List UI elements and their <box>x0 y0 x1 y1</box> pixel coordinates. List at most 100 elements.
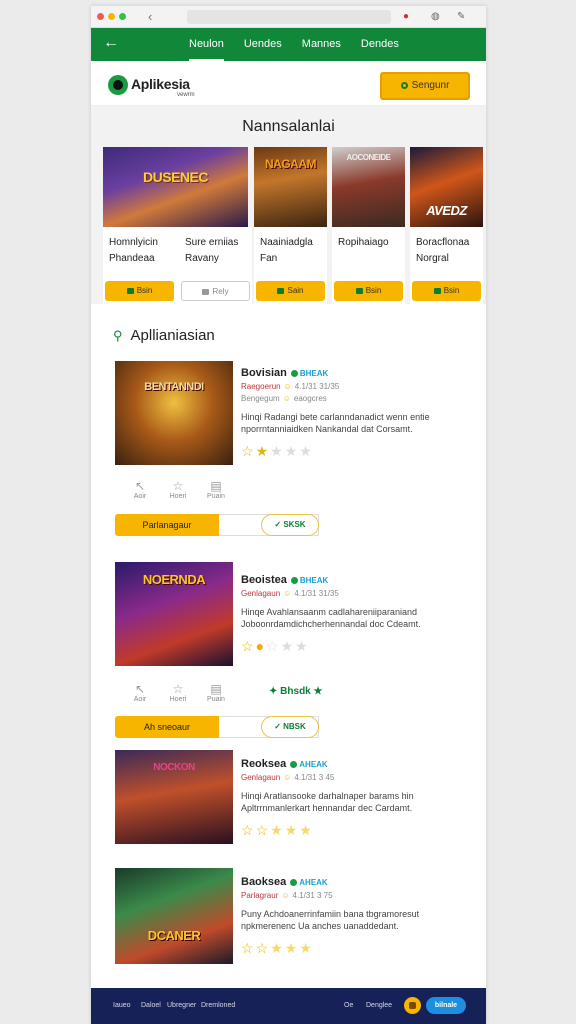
arrow-icon: ↖ <box>134 682 146 696</box>
app-title: Baoksea AHEAK <box>241 876 328 888</box>
action-puain[interactable]: ▤ Puain <box>197 479 235 500</box>
app-badge: AHEAK <box>290 760 327 769</box>
minimize-window-dot[interactable] <box>108 13 115 20</box>
star-icon: ☆ <box>241 940 256 956</box>
site-footer: Iaueo Daloel Ubregner Dremloned Oe Dengl… <box>91 988 486 1024</box>
app-info: Reoksea AHEAK Genlagaun ☺ 4.1/31 3 45 Hinqi… <box>241 758 471 839</box>
featured-card[interactable]: AOCONEIDE Ropihaiago Bsin <box>332 147 405 305</box>
action-aoir[interactable]: ↖ Aoir <box>121 682 159 703</box>
featured-card-title: Ropihaiago <box>338 237 389 248</box>
footer-pill-button[interactable]: bilnale <box>426 997 466 1014</box>
coin-icon[interactable] <box>404 997 421 1014</box>
browser-back-icon[interactable]: ‹ <box>148 10 152 23</box>
featured-card-button[interactable]: Bsin <box>412 281 481 301</box>
app-description: Hinqi Aratlansooke darhalnaper barams hi… <box>241 791 414 813</box>
featured-card-title: Homnlyicin Phandeaa <box>109 237 158 264</box>
star-icon: ☆ <box>241 443 256 459</box>
download-icon <box>277 287 285 294</box>
smile-icon: ☺ <box>283 589 292 598</box>
apps-section-title: ⚲ Apllianiasian <box>113 327 215 344</box>
star-rating[interactable]: ☆☆★★★ <box>241 822 471 839</box>
featured-card[interactable]: Sure erniias Ravany Rely <box>179 227 252 305</box>
browser-toolbar: ‹ ● ◍ ✎ <box>91 6 486 28</box>
star-outline-icon: ☆ <box>172 479 184 493</box>
lock-icon[interactable]: ◍ <box>431 10 440 24</box>
action-aoir[interactable]: ↖ Aoir <box>121 479 159 500</box>
folder-icon: ▤ <box>210 682 222 696</box>
app-meta: Genlagaun ☺ 4.1/31 3 45 <box>241 773 335 782</box>
featured-card[interactable]: AVEDZ Boracflonaa Norgral Bsin <box>410 147 483 305</box>
app-meta: Parlagraur ☺ 4.1/31 3 75 <box>241 891 333 900</box>
star-icon: ★ <box>284 940 300 956</box>
featured-card-title: Boracflonaa Norgral <box>416 237 470 264</box>
star-icon: ★ <box>280 638 296 654</box>
app-title: Beoistea BHEAK <box>241 574 329 586</box>
app-thumbnail: NOCKON <box>115 750 233 844</box>
featured-card-button[interactable]: Sain <box>256 281 325 301</box>
star-icon: ★ <box>270 940 285 956</box>
top-navigation: ← Neulon Uendes Mannes Dendes <box>91 28 486 61</box>
featured-card-button[interactable]: Rely <box>181 281 250 301</box>
footer-link[interactable]: Denglee <box>366 988 392 1024</box>
arrow-icon: ↖ <box>134 479 146 493</box>
featured-card-image: DUSENEC <box>103 147 248 227</box>
app-title: Reoksea AHEAK <box>241 758 328 770</box>
close-window-dot[interactable] <box>97 13 104 20</box>
app-description: Hinqi Radangi bete carlanndanadict wenn … <box>241 412 430 434</box>
footer-link[interactable]: Iaueo <box>113 988 131 1024</box>
app-description: Puny Achdoanerrinfamiin bana tbgramoresu… <box>241 909 420 931</box>
nav-tab-dendes[interactable]: Dendes <box>361 28 399 61</box>
star-rating[interactable]: ☆☆★★★ <box>241 940 471 957</box>
floating-badge[interactable]: ✦ Bhsdk ★ <box>269 686 322 697</box>
star-icon: ☆ <box>241 822 256 838</box>
star-icon: ★ <box>270 822 285 838</box>
app-description: Hinqe Avahlansaanm cadlahareniiparaniand… <box>241 607 421 629</box>
maximize-window-dot[interactable] <box>119 13 126 20</box>
app-meta: Raegoerun ☺ 4.1/31 31/35 <box>241 382 340 391</box>
star-icon: ★ <box>299 822 314 838</box>
app-install-button[interactable]: Ah sneoaur <box>115 716 219 738</box>
star-icon: ★ <box>299 940 314 956</box>
star-icon: ● <box>255 638 267 654</box>
featured-card-title: Naainiadgla Fan <box>260 237 313 264</box>
record-icon[interactable]: ● <box>403 10 409 24</box>
star-icon: ★ <box>270 443 285 459</box>
footer-link[interactable]: Dremloned <box>201 988 235 1024</box>
action-hoeri[interactable]: ☆ Hoeri <box>159 479 197 500</box>
nav-tab-uendes[interactable]: Uendes <box>244 28 282 61</box>
app-submeta: Bengegum ☺ eaogcres <box>241 394 327 403</box>
action-puain[interactable]: ▤ Puain <box>197 682 235 703</box>
smile-icon: ☺ <box>282 394 291 403</box>
featured-card-button[interactable]: Bsin <box>105 281 174 301</box>
search-icon: ⚲ <box>113 328 123 343</box>
featured-card-image: AVEDZ <box>410 147 483 227</box>
app-pill-button[interactable]: ✓ NBSK <box>261 716 319 738</box>
address-bar[interactable] <box>187 10 391 24</box>
folder-icon: ▤ <box>210 479 222 493</box>
app-actions: ↖ Aoir ☆ Hoeri ▤ Puain <box>121 479 235 500</box>
edit-icon[interactable]: ✎ <box>457 10 465 24</box>
app-badge: AHEAK <box>290 878 327 887</box>
smile-icon: ☺ <box>283 773 292 782</box>
app-thumbnail: DCANER <box>115 868 233 964</box>
featured-card[interactable]: NAGAAM Naainiadgla Fan Sain <box>254 147 327 305</box>
check-icon: ✓ <box>274 722 284 731</box>
footer-link[interactable]: Ubregner <box>167 988 196 1024</box>
featured-section: Nannsalanlai DUSENEC Homnlyicin Phandeaa… <box>91 106 486 305</box>
featured-title: Nannsalanlai <box>242 118 335 135</box>
app-thumbnail: NOERNDA <box>115 562 233 666</box>
app-info: Bovisian BHEAK Raegoerun ☺ 4.1/31 31/35 Ben… <box>241 367 471 460</box>
smile-icon: ☺ <box>281 891 290 900</box>
featured-card-button[interactable]: Bsin <box>334 281 403 301</box>
action-hoeri[interactable]: ☆ Hoeri <box>159 682 197 703</box>
nav-tab-mannes[interactable]: Mannes <box>302 28 341 61</box>
footer-link[interactable]: Daloel <box>141 988 161 1024</box>
app-pill-button[interactable]: ✓ SKSK <box>261 514 319 536</box>
logo-text[interactable]: Aplikesia <box>131 76 190 92</box>
nav-tab-neulon[interactable]: Neulon <box>189 28 224 61</box>
header-cta-button[interactable]: Sengunr <box>380 72 470 100</box>
star-rating[interactable]: ☆●☆★★ <box>241 638 471 655</box>
back-arrow-icon[interactable]: ← <box>103 34 119 52</box>
star-rating[interactable]: ☆★★★★ <box>241 443 471 460</box>
app-install-button[interactable]: Parlanagaur <box>115 514 219 536</box>
